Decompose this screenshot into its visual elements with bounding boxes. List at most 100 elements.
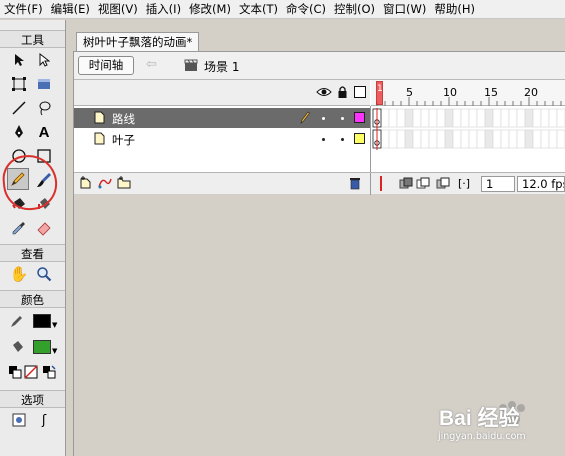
frame-cell[interactable] (468, 108, 478, 128)
frame-cell[interactable] (460, 108, 470, 128)
frame-cell[interactable] (516, 129, 526, 149)
frame-rate-field[interactable]: 12.0 fps (517, 176, 565, 192)
frame-cell[interactable] (516, 108, 526, 128)
frame-cell[interactable] (492, 129, 502, 149)
modify-onion-markers-icon[interactable]: [·] (458, 177, 470, 190)
swap-colors-icon[interactable] (38, 361, 60, 383)
delete-layer-trash-icon[interactable] (349, 176, 361, 193)
frame-cell[interactable] (524, 129, 534, 149)
timeline-toggle-button[interactable]: 时间轴 (78, 56, 134, 75)
eye-icon[interactable] (316, 86, 332, 101)
edit-multiple-frames-icon[interactable] (436, 177, 450, 193)
frame-cell[interactable] (404, 108, 414, 128)
back-arrow-icon[interactable]: ⇦ (146, 57, 157, 72)
menu-control[interactable]: 控制(O) (330, 0, 379, 18)
frame-cell[interactable] (540, 129, 550, 149)
ink-bottle-icon[interactable] (8, 193, 30, 215)
zoom-tool-icon[interactable] (33, 263, 55, 285)
frame-cell[interactable] (484, 129, 494, 149)
frame-grid[interactable] (371, 108, 565, 150)
menu-insert[interactable]: 插入(I) (142, 0, 185, 18)
pen-tool-icon[interactable] (8, 121, 30, 143)
insert-layer-icon[interactable] (80, 176, 92, 192)
onion-skin-icon[interactable] (399, 177, 413, 193)
frame-cell[interactable] (540, 108, 550, 128)
frame-cell[interactable] (460, 129, 470, 149)
frame-cell[interactable] (548, 129, 558, 149)
layer-color-box[interactable] (354, 112, 365, 123)
menu-window[interactable]: 窗口(W) (379, 0, 430, 18)
line-tool-icon[interactable] (8, 97, 30, 119)
frame-cell[interactable] (436, 108, 446, 128)
frame-cell[interactable] (412, 129, 422, 149)
frame-cell[interactable] (428, 108, 438, 128)
frame-cell[interactable] (444, 108, 454, 128)
frame-cell[interactable] (404, 129, 414, 149)
layer-row-leaf[interactable]: 叶子 (74, 129, 370, 149)
frame-cell[interactable] (388, 129, 398, 149)
gradient-transform-icon[interactable] (33, 73, 55, 95)
visibility-dot[interactable] (322, 117, 325, 120)
oval-tool-icon[interactable] (8, 145, 30, 167)
eraser-icon[interactable] (33, 217, 55, 239)
frame-cell[interactable] (556, 108, 565, 128)
frame-cell[interactable] (508, 108, 518, 128)
smooth-option-icon[interactable]: ʃ (33, 409, 55, 431)
document-tab[interactable]: 树叶叶子飘落的动画* (76, 32, 200, 51)
rectangle-tool-icon[interactable] (33, 145, 55, 167)
frame-cell[interactable] (428, 129, 438, 149)
frame-cell[interactable] (476, 129, 486, 149)
menu-help[interactable]: 帮助(H) (430, 0, 479, 18)
frame-cell[interactable] (556, 129, 565, 149)
layer-row-path[interactable]: 路线 (74, 108, 370, 128)
menu-edit[interactable]: 编辑(E) (47, 0, 94, 18)
insert-folder-icon[interactable] (117, 176, 131, 192)
lock-dot[interactable] (341, 138, 344, 141)
frame-cell[interactable] (452, 129, 462, 149)
stage-area[interactable] (74, 195, 565, 456)
layer-name[interactable]: 路线 (112, 111, 135, 127)
frame-cell[interactable] (548, 108, 558, 128)
paint-bucket-icon[interactable] (33, 193, 55, 215)
frame-cell[interactable] (500, 108, 510, 128)
frame-cell[interactable] (444, 129, 454, 149)
brush-tool-icon[interactable] (33, 169, 55, 191)
menu-commands[interactable]: 命令(C) (282, 0, 330, 18)
lasso-tool-icon[interactable] (33, 97, 55, 119)
frame-cell[interactable] (420, 108, 430, 128)
pencil-tool-icon[interactable] (7, 168, 29, 190)
visibility-dot[interactable] (322, 138, 325, 141)
layer-color-box[interactable] (354, 133, 365, 144)
layer-name[interactable]: 叶子 (112, 132, 135, 148)
current-frame-field[interactable]: 1 (481, 176, 515, 192)
frame-cell[interactable] (388, 108, 398, 128)
frame-cell[interactable] (412, 108, 422, 128)
frame-cell[interactable] (420, 129, 430, 149)
snap-option-icon[interactable] (8, 409, 30, 431)
stroke-color-swatch[interactable] (33, 314, 51, 328)
frame-cell[interactable] (380, 108, 390, 128)
frame-cell[interactable] (532, 129, 542, 149)
menu-view[interactable]: 视图(V) (94, 0, 142, 18)
frame-cell[interactable] (476, 108, 486, 128)
menu-text[interactable]: 文本(T) (235, 0, 282, 18)
add-motion-guide-icon[interactable] (97, 176, 113, 192)
frame-cell[interactable] (484, 108, 494, 128)
onion-skin-outlines-icon[interactable] (416, 177, 430, 193)
frame-cell[interactable] (532, 108, 542, 128)
frame-cell[interactable] (380, 129, 390, 149)
frame-cell[interactable] (436, 129, 446, 149)
frame-cell[interactable] (468, 129, 478, 149)
free-transform-icon[interactable] (8, 73, 30, 95)
menu-modify[interactable]: 修改(M) (185, 0, 235, 18)
lock-icon[interactable] (337, 85, 348, 102)
fill-color-swatch[interactable] (33, 340, 51, 354)
frame-cell[interactable] (508, 129, 518, 149)
frame-cell[interactable] (524, 108, 534, 128)
frame-cell[interactable] (396, 108, 406, 128)
eyedropper-icon[interactable] (8, 217, 30, 239)
menu-file[interactable]: 文件(F) (0, 0, 47, 18)
selection-arrow-icon[interactable] (8, 49, 30, 71)
scene-label[interactable]: 场景 1 (204, 58, 239, 75)
subselection-arrow-icon[interactable] (33, 49, 55, 71)
